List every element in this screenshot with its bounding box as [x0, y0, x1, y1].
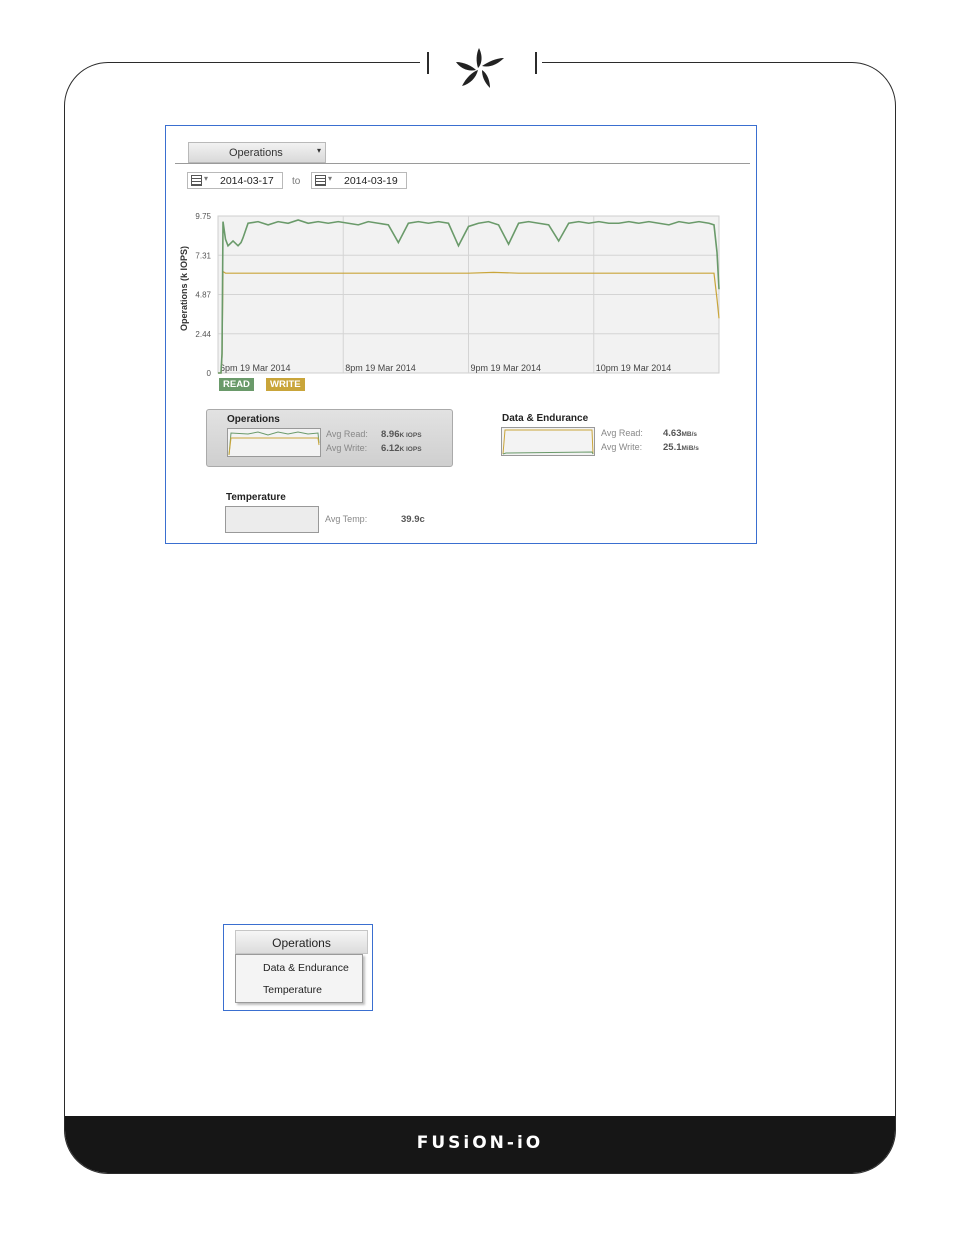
summary-title: Data & Endurance [502, 413, 589, 424]
summary-title: Operations [227, 414, 280, 425]
date-to-picker[interactable]: ▾ 2014-03-19 [311, 172, 407, 189]
metric-dropdown-selected[interactable]: Operations [235, 930, 368, 954]
data-endurance-sparkline [501, 427, 595, 456]
operations-sparkline-graph [228, 431, 320, 456]
caret-down-icon: ▾ [328, 174, 333, 183]
temperature-sparkline [225, 506, 319, 533]
metric-select-label: Operations [229, 147, 283, 159]
temperature-summary-card[interactable]: Temperature Avg Temp: 39.9c [224, 491, 474, 536]
y-tick-label: 9.75 [195, 212, 211, 221]
y-tick-label: 2.44 [195, 330, 211, 339]
data-endurance-summary-card[interactable]: Data & Endurance Avg Read: 4.63MB/s Avg … [499, 409, 729, 467]
chevron-down-icon: ▾ [316, 146, 321, 155]
operations-line-chart: 0 2.44 4.87 7.31 9.75 6pm 19 Mar 2014 8pm 19 M… [179, 212, 720, 378]
date-to-value: 2014-03-19 [344, 175, 398, 187]
calendar-icon[interactable] [315, 175, 326, 186]
x-tick-label: 8pm 19 Mar 2014 [345, 363, 416, 373]
y-tick-label: 4.87 [195, 291, 211, 300]
avg-read-label: Avg Read: [326, 429, 368, 439]
date-range-to-label: to [292, 176, 301, 187]
fusion-io-wordmark: FUSiON-iO [416, 1133, 544, 1153]
menu-item-temperature[interactable]: Temperature [263, 984, 322, 996]
avg-read-value: 4.63MB/s [663, 428, 698, 439]
fusion-io-logo-icon [456, 48, 504, 88]
operations-summary-card[interactable]: Operations Avg Read: 8.96K IOPS Avg Writ… [206, 409, 453, 467]
footer-band: FUSiON-iO [65, 1116, 895, 1173]
divider [175, 163, 750, 164]
data-endurance-sparkline-graph [502, 429, 594, 455]
y-tick-label: 0 [207, 369, 212, 378]
legend-write[interactable]: WRITE [266, 378, 305, 391]
avg-write-value: 25.1MiB/s [663, 442, 699, 453]
x-tick-label: 10pm 19 Mar 2014 [596, 363, 672, 373]
operations-sparkline [227, 428, 321, 457]
metric-dropdown-menu: Data & Endurance Temperature [235, 954, 363, 1003]
avg-write-value: 6.12K IOPS [381, 443, 422, 454]
logo-divider-right [535, 52, 537, 74]
calendar-icon[interactable] [191, 175, 202, 186]
date-from-value: 2014-03-17 [220, 175, 274, 187]
x-tick-label: 9pm 19 Mar 2014 [471, 363, 542, 373]
legend-read[interactable]: READ [219, 378, 254, 391]
performance-chart-screenshot: Operations ▾ ▾ 2014-03-17 to ▾ 2014-03-1… [165, 125, 757, 544]
y-tick-label: 7.31 [195, 251, 211, 260]
x-tick-label: 6pm 19 Mar 2014 [220, 363, 291, 373]
date-from-picker[interactable]: ▾ 2014-03-17 [187, 172, 283, 189]
metric-select[interactable]: Operations ▾ [188, 142, 326, 163]
avg-read-label: Avg Read: [601, 428, 643, 438]
metric-dropdown-screenshot: Operations Data & Endurance Temperature [223, 924, 373, 1011]
y-axis-label: Operations (k IOPS) [179, 246, 189, 331]
logo-divider-left [427, 52, 429, 74]
summary-title: Temperature [226, 492, 286, 503]
menu-item-data-endurance[interactable]: Data & Endurance [263, 962, 349, 974]
avg-read-value: 8.96K IOPS [381, 429, 422, 440]
caret-down-icon: ▾ [204, 174, 209, 183]
avg-write-label: Avg Write: [326, 443, 368, 453]
avg-temp-value: 39.9c [401, 514, 425, 525]
avg-temp-label: Avg Temp: [325, 514, 368, 524]
avg-write-label: Avg Write: [601, 442, 643, 452]
